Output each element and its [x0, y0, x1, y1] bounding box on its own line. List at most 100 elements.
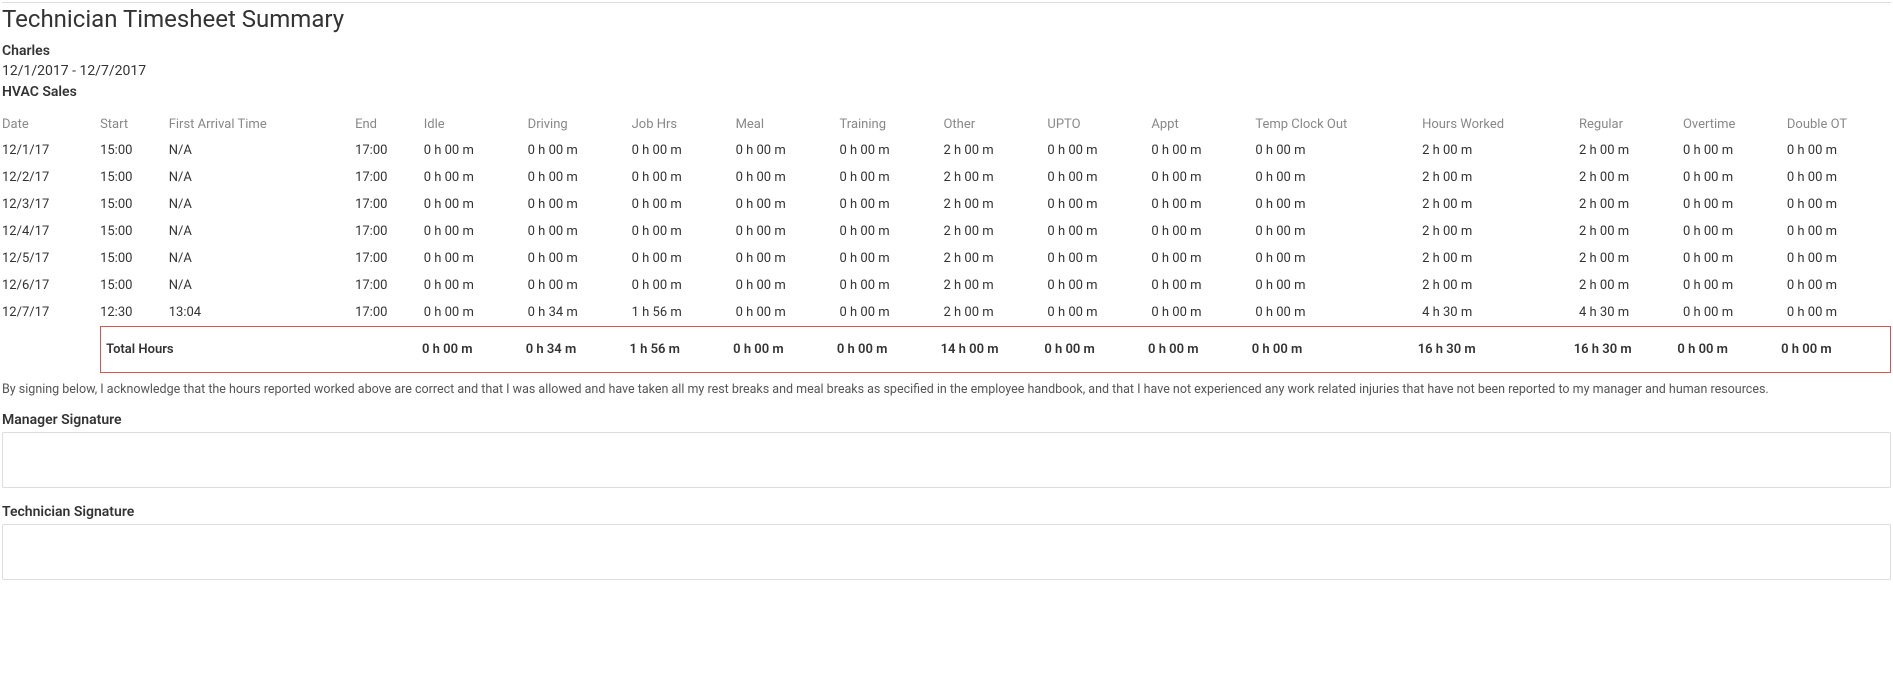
cell-double-ot: 0 h 00 m	[1787, 137, 1891, 164]
cell-temp-clock-out: 0 h 00 m	[1255, 191, 1422, 218]
table-header-row: Date Start First Arrival Time End Idle D…	[2, 112, 1891, 137]
cell-double-ot: 0 h 00 m	[1787, 272, 1891, 299]
cell-other: 2 h 00 m	[943, 191, 1047, 218]
cell-first-arrival: N/A	[169, 164, 355, 191]
cell-upto: 0 h 00 m	[1047, 272, 1151, 299]
cell-meal: 0 h 00 m	[736, 137, 840, 164]
cell-double-ot: 0 h 00 m	[1787, 299, 1891, 326]
cell-regular: 2 h 00 m	[1579, 164, 1683, 191]
cell-appt: 0 h 00 m	[1151, 245, 1255, 272]
cell-idle: 0 h 00 m	[424, 299, 528, 326]
cell-appt: 0 h 00 m	[1151, 164, 1255, 191]
cell-training: 0 h 00 m	[840, 164, 944, 191]
cell-temp-clock-out: 0 h 00 m	[1255, 245, 1422, 272]
cell-upto: 0 h 00 m	[1047, 299, 1151, 326]
cell-idle: 0 h 00 m	[424, 191, 528, 218]
col-appt: Appt	[1151, 112, 1255, 137]
cell-driving: 0 h 00 m	[528, 245, 632, 272]
cell-overtime: 0 h 00 m	[1683, 299, 1787, 326]
totals-hours-worked: 16 h 30 m	[1418, 334, 1574, 365]
cell-meal: 0 h 00 m	[736, 299, 840, 326]
col-other: Other	[943, 112, 1047, 137]
cell-training: 0 h 00 m	[840, 245, 944, 272]
col-temp-clock-out: Temp Clock Out	[1255, 112, 1422, 137]
cell-start: 15:00	[100, 191, 169, 218]
cell-hours-worked: 2 h 00 m	[1422, 164, 1579, 191]
cell-overtime: 0 h 00 m	[1683, 272, 1787, 299]
cell-training: 0 h 00 m	[840, 299, 944, 326]
col-meal: Meal	[736, 112, 840, 137]
cell-hours-worked: 2 h 00 m	[1422, 245, 1579, 272]
totals-appt: 0 h 00 m	[1148, 334, 1252, 365]
cell-hours-worked: 2 h 00 m	[1422, 191, 1579, 218]
cell-temp-clock-out: 0 h 00 m	[1255, 164, 1422, 191]
cell-driving: 0 h 00 m	[528, 191, 632, 218]
cell-double-ot: 0 h 00 m	[1787, 191, 1891, 218]
cell-appt: 0 h 00 m	[1151, 218, 1255, 245]
cell-hours-worked: 2 h 00 m	[1422, 137, 1579, 164]
cell-job-hrs: 1 h 56 m	[632, 299, 736, 326]
col-date: Date	[2, 112, 100, 137]
cell-job-hrs: 0 h 00 m	[632, 245, 736, 272]
cell-temp-clock-out: 0 h 00 m	[1255, 272, 1422, 299]
table-row: 12/2/1715:00N/A17:000 h 00 m0 h 00 m0 h …	[2, 164, 1891, 191]
col-start: Start	[100, 112, 169, 137]
cell-appt: 0 h 00 m	[1151, 299, 1255, 326]
cell-temp-clock-out: 0 h 00 m	[1255, 137, 1422, 164]
col-regular: Regular	[1579, 112, 1683, 137]
cell-upto: 0 h 00 m	[1047, 218, 1151, 245]
col-first-arrival: First Arrival Time	[169, 112, 355, 137]
cell-appt: 0 h 00 m	[1151, 272, 1255, 299]
cell-driving: 0 h 00 m	[528, 218, 632, 245]
cell-upto: 0 h 00 m	[1047, 137, 1151, 164]
manager-signature-label: Manager Signature	[2, 412, 1891, 428]
cell-date: 12/2/17	[2, 164, 100, 191]
totals-temp-clock-out: 0 h 00 m	[1252, 334, 1418, 365]
cell-other: 2 h 00 m	[943, 164, 1047, 191]
cell-idle: 0 h 00 m	[424, 218, 528, 245]
totals-other: 14 h 00 m	[941, 334, 1045, 365]
table-row: 12/1/1715:00N/A17:000 h 00 m0 h 00 m0 h …	[2, 137, 1891, 164]
cell-other: 2 h 00 m	[943, 299, 1047, 326]
cell-first-arrival: N/A	[169, 218, 355, 245]
cell-meal: 0 h 00 m	[736, 272, 840, 299]
manager-signature-box[interactable]	[2, 432, 1891, 488]
date-range: 12/1/2017 - 12/7/2017	[2, 61, 1891, 81]
cell-other: 2 h 00 m	[943, 272, 1047, 299]
cell-first-arrival: N/A	[169, 272, 355, 299]
cell-meal: 0 h 00 m	[736, 245, 840, 272]
totals-label: Total Hours	[100, 334, 422, 365]
table-row: 12/5/1715:00N/A17:000 h 00 m0 h 00 m0 h …	[2, 245, 1891, 272]
cell-date: 12/4/17	[2, 218, 100, 245]
cell-regular: 2 h 00 m	[1579, 218, 1683, 245]
cell-upto: 0 h 00 m	[1047, 164, 1151, 191]
totals-upto: 0 h 00 m	[1044, 334, 1148, 365]
cell-start: 15:00	[100, 245, 169, 272]
cell-overtime: 0 h 00 m	[1683, 137, 1787, 164]
table-row: 12/4/1715:00N/A17:000 h 00 m0 h 00 m0 h …	[2, 218, 1891, 245]
cell-start: 15:00	[100, 272, 169, 299]
cell-training: 0 h 00 m	[840, 272, 944, 299]
col-idle: Idle	[424, 112, 528, 137]
acknowledgement-text: By signing below, I acknowledge that the…	[2, 381, 1891, 399]
cell-training: 0 h 00 m	[840, 137, 944, 164]
cell-overtime: 0 h 00 m	[1683, 245, 1787, 272]
totals-meal: 0 h 00 m	[733, 334, 837, 365]
cell-first-arrival: N/A	[169, 245, 355, 272]
table-row: 12/7/1712:3013:0417:000 h 00 m0 h 34 m1 …	[2, 299, 1891, 326]
cell-first-arrival: N/A	[169, 137, 355, 164]
cell-job-hrs: 0 h 00 m	[632, 272, 736, 299]
totals-training: 0 h 00 m	[837, 334, 941, 365]
cell-idle: 0 h 00 m	[424, 137, 528, 164]
cell-idle: 0 h 00 m	[424, 272, 528, 299]
cell-job-hrs: 0 h 00 m	[632, 191, 736, 218]
cell-training: 0 h 00 m	[840, 191, 944, 218]
cell-upto: 0 h 00 m	[1047, 245, 1151, 272]
cell-job-hrs: 0 h 00 m	[632, 218, 736, 245]
col-hours-worked: Hours Worked	[1422, 112, 1579, 137]
technician-signature-box[interactable]	[2, 524, 1891, 580]
cell-start: 12:30	[100, 299, 169, 326]
cell-driving: 0 h 34 m	[528, 299, 632, 326]
cell-end: 17:00	[355, 299, 424, 326]
cell-date: 12/3/17	[2, 191, 100, 218]
